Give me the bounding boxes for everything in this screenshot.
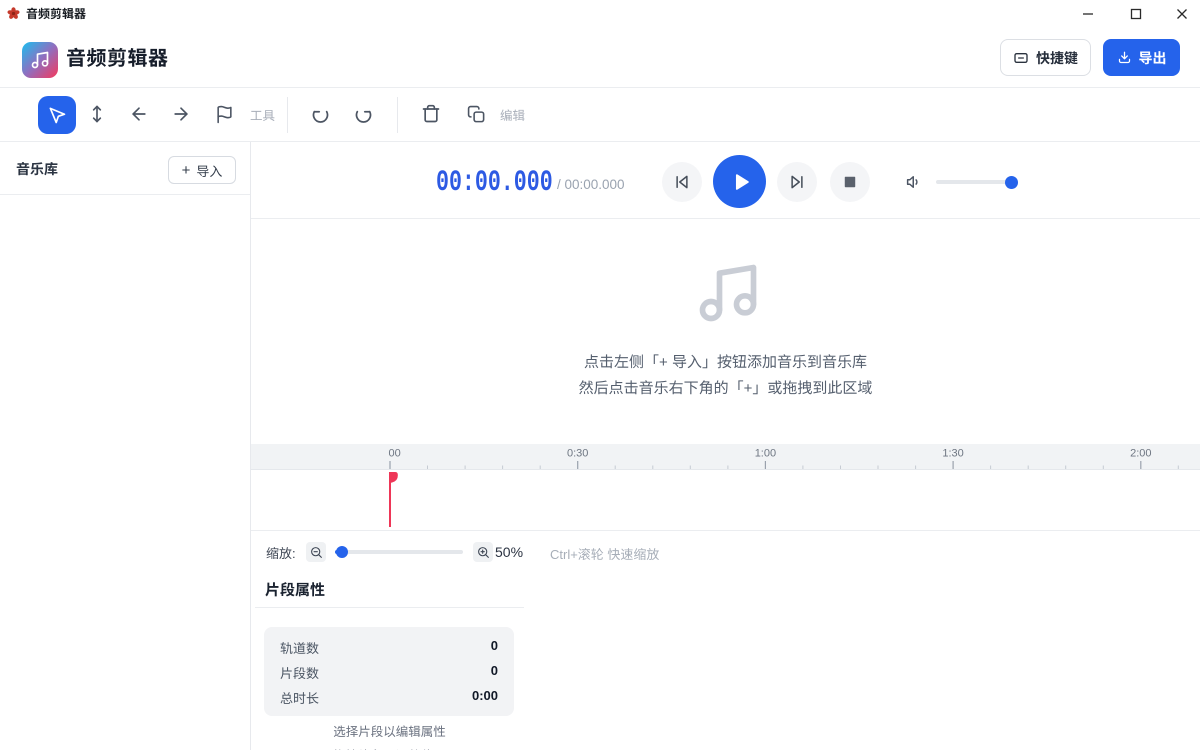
svg-text:1:30: 1:30 xyxy=(942,448,963,460)
svg-text:0:30: 0:30 xyxy=(567,448,588,460)
svg-text:1:00: 1:00 xyxy=(755,448,776,460)
svg-text:2:00: 2:00 xyxy=(1130,448,1151,460)
